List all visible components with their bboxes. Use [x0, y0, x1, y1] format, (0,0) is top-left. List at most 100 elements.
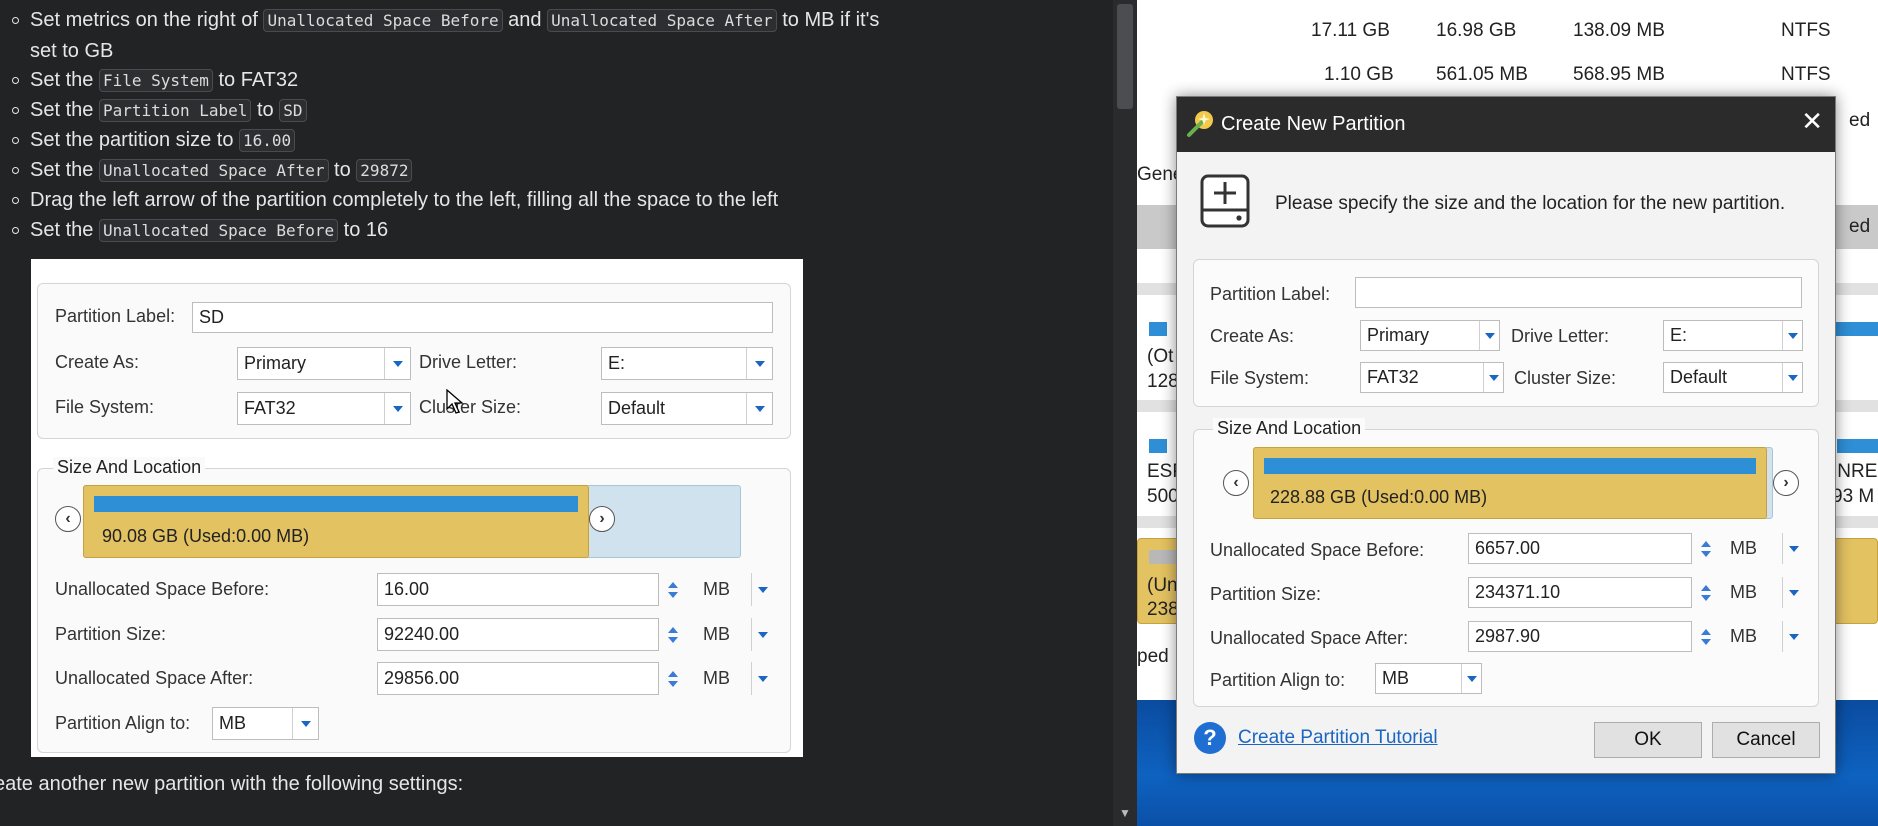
chevron-down-icon: [746, 348, 772, 379]
instruction-text: to: [251, 99, 280, 121]
instruction-item: Set the File System to FAT32: [12, 65, 298, 96]
chevron-down-icon: [1782, 363, 1802, 392]
inline-code: Unallocated Space Before: [263, 9, 503, 32]
file-system-select[interactable]: FAT32: [1360, 362, 1504, 393]
create-partition-tutorial-link[interactable]: Create Partition Tutorial: [1238, 727, 1438, 749]
bg-text-fragment: 128: [1147, 371, 1179, 392]
partition-label-input[interactable]: [1355, 277, 1802, 308]
chevron-down-icon: [384, 348, 410, 379]
partition-align-select[interactable]: MB: [1375, 663, 1482, 694]
chevron-down-icon: [1782, 321, 1802, 350]
chevron-down-icon[interactable]: [1782, 577, 1804, 608]
unallocated-before-label: Unallocated Space Before:: [1210, 540, 1425, 560]
cluster-size-combo: Default: [601, 392, 773, 425]
partition-label-label: Partition Label:: [1210, 284, 1331, 304]
disk-row-capacity: 17.11 GB: [1311, 20, 1390, 41]
partition-size-spinner[interactable]: [1694, 577, 1718, 608]
unallocated-before-field: 16.00: [377, 573, 659, 606]
inline-code: Unallocated Space After: [98, 159, 329, 182]
bg-disk-bar: [1149, 439, 1167, 453]
unit-label: MB: [703, 624, 730, 644]
embedded-screenshot: Partition Label: SD Create As: Primary D…: [31, 259, 803, 757]
disk-row-used: 16.98 GB: [1436, 20, 1517, 41]
bg-disk-bar: [1832, 322, 1878, 336]
create-as-select[interactable]: Primary: [1360, 320, 1500, 351]
chevron-down-icon[interactable]: [1782, 621, 1804, 652]
bg-disk-bar: [1149, 322, 1167, 336]
dialog-title: Create New Partition: [1221, 113, 1406, 135]
drive-letter-label: Drive Letter:: [419, 352, 518, 372]
cancel-button[interactable]: Cancel: [1712, 722, 1820, 758]
instruction-text: set to GB: [30, 40, 114, 62]
bg-text-fragment: (Ot: [1147, 346, 1174, 367]
disk-row-unused: 138.09 MB: [1573, 20, 1665, 41]
scroll-down-icon[interactable]: ▼: [1119, 806, 1131, 820]
create-as-combo: Primary: [237, 347, 411, 380]
unallocated-after-spinner[interactable]: [1694, 621, 1718, 652]
instruction-item: Set the Partition Label to SD: [12, 95, 307, 126]
inline-code: File System: [98, 69, 213, 92]
bg-text-fragment: INRE: [1832, 461, 1878, 482]
cluster-size-select[interactable]: Default: [1663, 362, 1803, 393]
document-viewer: Set metrics on the right of Unallocated …: [0, 0, 1113, 826]
bg-text-fragment: 500: [1147, 486, 1179, 507]
chevron-down-icon: [1461, 664, 1481, 693]
partition-label-label: Partition Label:: [55, 306, 176, 326]
instruction-text: to 16: [338, 219, 389, 241]
next-step-text: eate another new partition with the foll…: [0, 773, 464, 795]
chevron-down-icon: [751, 573, 773, 606]
dialog-instruction: Please specify the size and the location…: [1275, 193, 1786, 214]
instruction-text: Drag the left arrow of the partition com…: [30, 189, 779, 211]
drive-letter-select[interactable]: E:: [1663, 320, 1803, 351]
partition-size-input[interactable]: [1468, 577, 1692, 608]
chevron-down-icon: [751, 662, 773, 695]
dialog-titlebar: Create New Partition ✕: [1177, 97, 1835, 152]
unallocated-before-input[interactable]: [1468, 533, 1692, 564]
chevron-down-icon[interactable]: [1782, 533, 1804, 564]
drive-letter-combo: E:: [601, 347, 773, 380]
create-as-label: Create As:: [55, 352, 140, 372]
file-system-combo: FAT32: [237, 392, 411, 425]
arrow-right-icon: ›: [589, 506, 615, 532]
instruction-text: Set the: [30, 159, 99, 181]
unallocated-before-spinner[interactable]: [1694, 533, 1718, 564]
unallocated-before-unit[interactable]: MB: [1730, 533, 1757, 564]
spinner-icon: [661, 662, 685, 695]
partition-bar-label: 228.88 GB (Used:0.00 MB): [1270, 487, 1488, 507]
close-icon[interactable]: ✕: [1801, 108, 1823, 134]
help-icon[interactable]: ?: [1194, 722, 1226, 754]
instruction-text: and: [502, 9, 548, 31]
arrow-left-icon: ‹: [55, 506, 81, 532]
doc-scrollbar[interactable]: ▼: [1113, 0, 1137, 826]
instruction-item: Set metrics on the right of Unallocated …: [12, 5, 879, 66]
spinner-icon: [661, 618, 685, 651]
partition-size-label: Partition Size:: [1210, 584, 1322, 604]
partition-bar[interactable]: 228.88 GB (Used:0.00 MB): [1253, 447, 1767, 519]
instruction-item: Set the Unallocated Space After to 29872: [12, 155, 413, 186]
ok-button[interactable]: OK: [1594, 722, 1702, 758]
size-location-legend: Size And Location: [1213, 418, 1366, 439]
move-left-icon[interactable]: ‹: [1223, 470, 1249, 496]
partition-align-value: MB: [1382, 668, 1409, 688]
wizard-wand-icon: [1187, 111, 1213, 137]
unallocated-after-unit[interactable]: MB: [1730, 621, 1757, 652]
chevron-down-icon: [292, 708, 318, 739]
create-as-value: Primary: [1367, 325, 1429, 345]
partition-bar-used: [1264, 458, 1756, 474]
cluster-size-label: Cluster Size:: [419, 397, 522, 417]
move-right-icon[interactable]: ›: [1773, 470, 1799, 496]
unallocated-after-input[interactable]: [1468, 621, 1692, 652]
partition-align-label: Partition Align to:: [55, 713, 191, 733]
scrollbar-thumb[interactable]: [1117, 4, 1133, 109]
spinner-icon: [661, 573, 685, 606]
bg-text-fragment: ed: [1849, 216, 1871, 237]
unit-label: MB: [703, 668, 730, 688]
file-system-label: File System:: [55, 397, 155, 417]
partition-size-unit[interactable]: MB: [1730, 577, 1757, 608]
bg-text-fragment: ed: [1849, 110, 1871, 131]
create-as-value: Primary: [244, 353, 306, 373]
instruction-item: Set the partition size to 16.00: [12, 125, 296, 156]
chevron-down-icon: [1483, 363, 1503, 392]
size-location-legend: Size And Location: [53, 457, 206, 478]
instruction-text: Set the: [30, 99, 99, 121]
